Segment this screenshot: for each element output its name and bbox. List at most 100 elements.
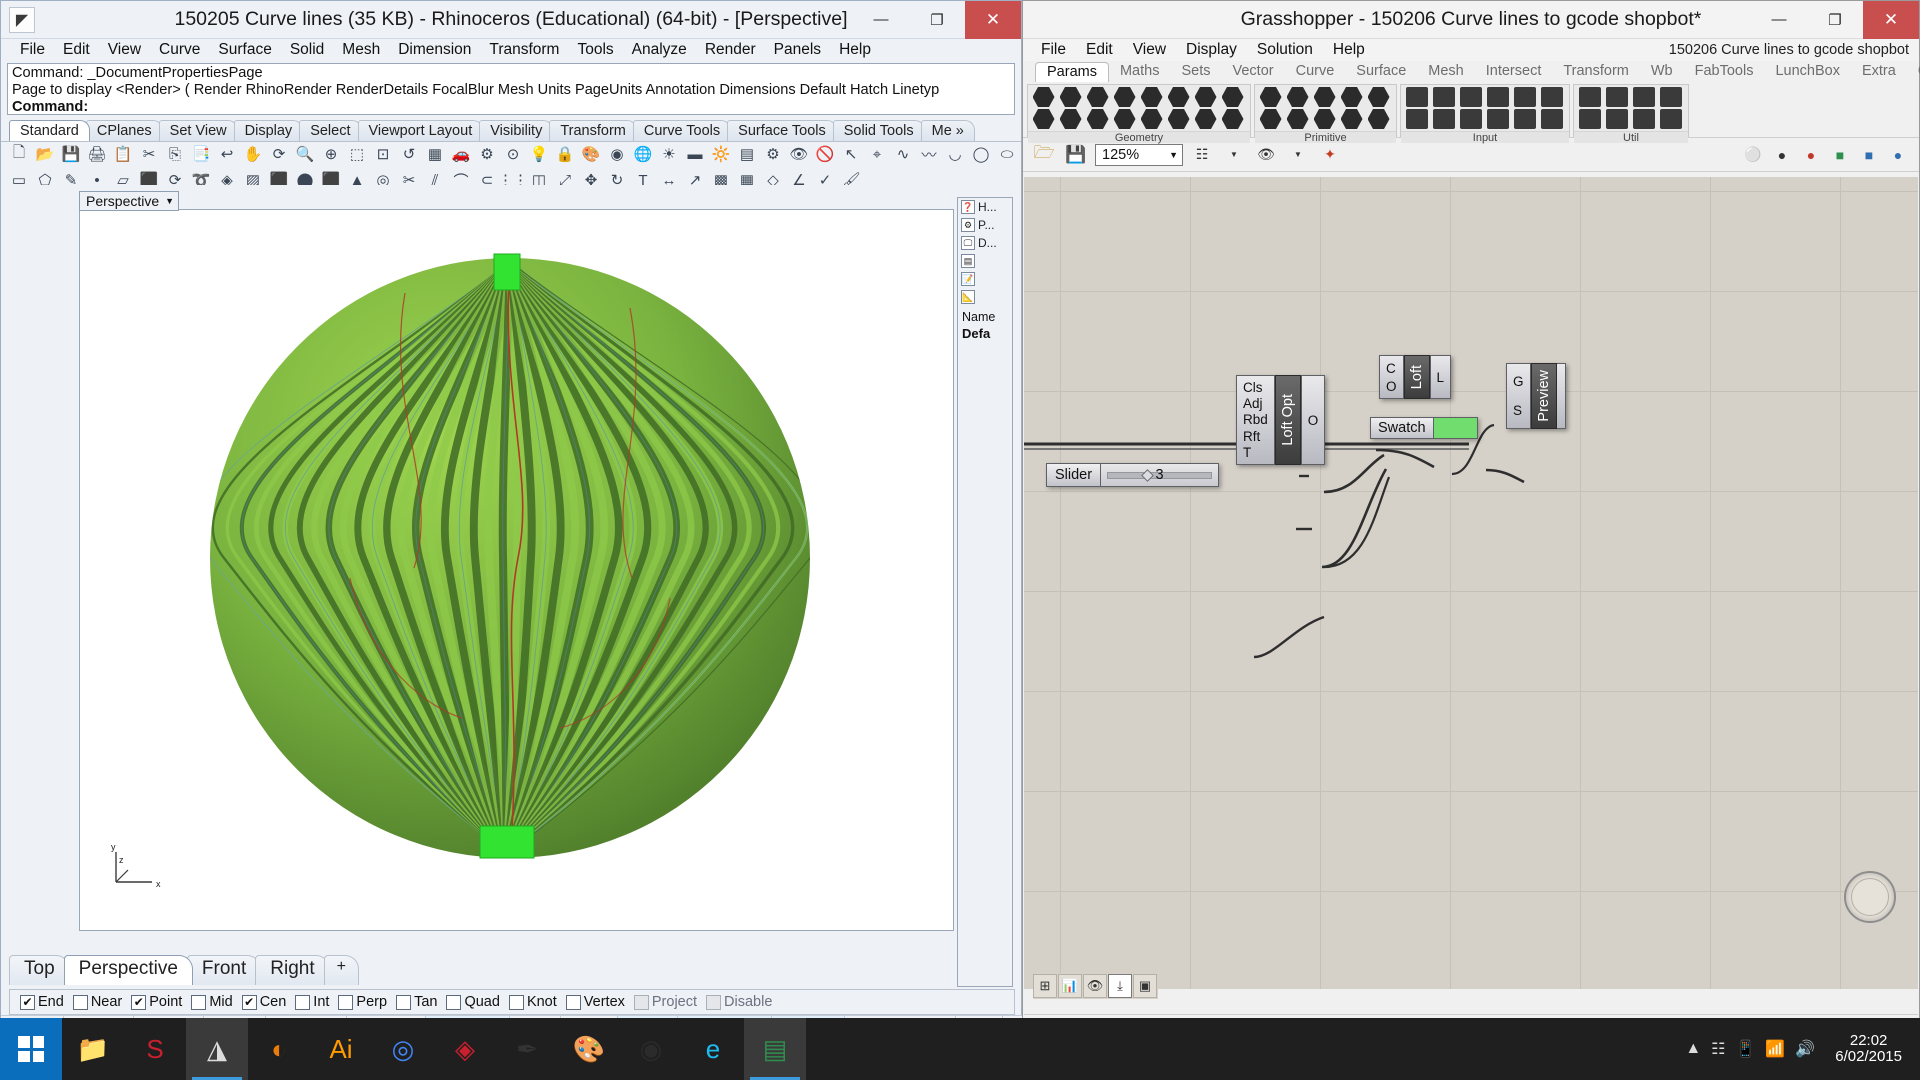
- material-icon[interactable]: 🎨: [579, 142, 603, 166]
- gh-ribbon-tab-intersect[interactable]: Intersect: [1475, 62, 1553, 82]
- text-icon[interactable]: T: [631, 168, 655, 186]
- gh-ribbon-tab-fabtools[interactable]: FabTools: [1684, 62, 1765, 82]
- rhino-tab-viewport-layout[interactable]: Viewport Layout: [357, 120, 484, 141]
- zoom-extents-icon[interactable]: ⊞: [1033, 974, 1057, 998]
- chevron-down-icon[interactable]: ▼: [1221, 143, 1247, 167]
- rhino-menu-mesh[interactable]: Mesh: [333, 39, 389, 61]
- osnap-tan[interactable]: Tan: [396, 994, 437, 1010]
- rhino-tab-standard[interactable]: Standard: [9, 120, 90, 141]
- osnap-checkbox[interactable]: [446, 994, 462, 1010]
- array-icon[interactable]: ⋮⋮: [498, 168, 528, 185]
- gh-menu-display[interactable]: Display: [1176, 39, 1247, 61]
- gh-component-preview[interactable]: G S Preview: [1506, 363, 1566, 429]
- eye-icon[interactable]: 👁: [1253, 143, 1279, 167]
- field-param-icon[interactable]: [1138, 108, 1165, 130]
- osnap-int[interactable]: Int: [295, 994, 329, 1010]
- circle-icon[interactable]: ◯: [969, 142, 993, 166]
- plane-param-icon[interactable]: [1084, 108, 1111, 130]
- fillet-icon[interactable]: ⌒: [449, 168, 473, 186]
- viewport-tab-top[interactable]: Top: [9, 955, 70, 985]
- open-folder-icon[interactable]: 📂: [33, 142, 57, 166]
- viewport-label[interactable]: Perspective ▼: [79, 191, 180, 211]
- toggle-icon[interactable]: [1457, 86, 1484, 108]
- osnap-checkbox[interactable]: [338, 994, 354, 1010]
- profiler-icon[interactable]: 📊: [1058, 974, 1082, 998]
- osnap-checkbox[interactable]: [295, 994, 311, 1010]
- render-props-icon[interactable]: ⊙: [501, 142, 525, 166]
- loft-body[interactable]: Loft: [1403, 355, 1430, 399]
- analyze-icon[interactable]: ∠: [787, 168, 811, 185]
- canvas-widget-icon[interactable]: ▣: [1133, 974, 1157, 998]
- osnap-quad[interactable]: Quad: [446, 994, 500, 1010]
- gh-component-loft[interactable]: C O Loft L: [1379, 355, 1452, 399]
- arc-param-icon[interactable]: [1057, 108, 1084, 130]
- sketch-icon[interactable]: ☷: [1189, 143, 1215, 167]
- rhino-menu-analyze[interactable]: Analyze: [623, 39, 696, 61]
- mesh-icon[interactable]: ▦: [735, 168, 759, 185]
- integer-param-icon[interactable]: [1284, 86, 1311, 108]
- gh-menu-file[interactable]: File: [1031, 39, 1076, 61]
- taskbar-rhinoceros[interactable]: ◮: [186, 1018, 248, 1080]
- taskbar-adobe-illustrator[interactable]: Ai: [310, 1018, 372, 1080]
- gh-ribbon-tab-lunchbox[interactable]: LunchBox: [1764, 62, 1851, 82]
- rhino-tab-me-[interactable]: Me »: [920, 120, 975, 141]
- port-l[interactable]: L: [1437, 370, 1445, 385]
- osnap-vertex[interactable]: Vertex: [565, 994, 625, 1010]
- box-icon[interactable]: ⬛: [267, 168, 291, 185]
- rhino-tab-transform[interactable]: Transform: [549, 120, 637, 141]
- copy-icon[interactable]: ⎘: [163, 142, 187, 166]
- copy-to-clipboard-icon[interactable]: 📋: [111, 142, 135, 166]
- cluster-icon[interactable]: [1576, 86, 1603, 108]
- curve-icon[interactable]: 〰: [917, 142, 941, 166]
- draw-fancy-wires-icon[interactable]: ■: [1856, 143, 1882, 167]
- widget-menu-icon[interactable]: ●: [1885, 143, 1911, 167]
- button-icon[interactable]: [1430, 86, 1457, 108]
- swatch-color[interactable]: [1433, 417, 1478, 439]
- mirror-icon[interactable]: ◫: [527, 168, 551, 185]
- osnap-checkbox[interactable]: ✔: [131, 994, 147, 1010]
- rhino-close-button[interactable]: ✕: [965, 0, 1021, 39]
- control-knob-icon[interactable]: [1511, 108, 1538, 130]
- value-list-icon[interactable]: [1538, 86, 1565, 108]
- osnap-project[interactable]: Project: [633, 994, 697, 1010]
- panel-icon[interactable]: [1484, 86, 1511, 108]
- rhino-menu-render[interactable]: Render: [696, 39, 765, 61]
- data-recorder-icon[interactable]: [1603, 86, 1630, 108]
- point-light-icon[interactable]: 💡: [527, 142, 551, 166]
- gh-menu-view[interactable]: View: [1123, 39, 1176, 61]
- rhino-tab-visibility[interactable]: Visibility: [479, 120, 554, 141]
- rhino-tab-cplanes[interactable]: CPlanes: [85, 120, 163, 141]
- taskbar-blender[interactable]: ◐: [248, 1018, 310, 1080]
- transform-param-icon[interactable]: [1219, 108, 1246, 130]
- rhino-menu-edit[interactable]: Edit: [54, 39, 99, 61]
- osnap-checkbox[interactable]: ✔: [20, 994, 35, 1010]
- preview-meshed-icon[interactable]: ●: [1798, 143, 1824, 167]
- taskbar-clock[interactable]: 22:02 6/02/2015: [1825, 1033, 1912, 1065]
- osnap-cen[interactable]: ✔ Cen: [241, 994, 286, 1010]
- matrix-param-icon[interactable]: [1338, 108, 1365, 130]
- abc-group-icon[interactable]: [1192, 86, 1219, 108]
- zoom-extents-icon[interactable]: ⬚: [345, 142, 369, 166]
- osnap-checkbox[interactable]: [706, 994, 722, 1010]
- panel-default-layer[interactable]: Defa: [958, 324, 1012, 343]
- properties-icon[interactable]: ⚙: [761, 142, 785, 166]
- print-icon[interactable]: 🖨: [85, 142, 109, 166]
- chevron-down-icon[interactable]: ▼: [1285, 143, 1311, 167]
- group-icon[interactable]: [1630, 86, 1657, 108]
- guid-param-icon[interactable]: [1192, 108, 1219, 130]
- split-icon[interactable]: ⫽: [423, 168, 447, 186]
- render-preview-icon[interactable]: ⚙: [475, 142, 499, 166]
- ground-plane-icon[interactable]: ▬: [683, 142, 707, 166]
- point-icon[interactable]: •: [85, 168, 109, 186]
- gh-ribbon-tab-extra[interactable]: Extra: [1851, 62, 1907, 82]
- gradient-icon[interactable]: [1430, 108, 1457, 130]
- rhino-menu-solid[interactable]: Solid: [281, 39, 333, 61]
- dimension-icon[interactable]: ↔: [657, 168, 681, 186]
- paste-icon[interactable]: 📑: [189, 142, 213, 166]
- signal-icon[interactable]: 📶: [1765, 1039, 1785, 1059]
- gh-ribbon-tab-maths[interactable]: Maths: [1109, 62, 1171, 82]
- show-icon[interactable]: 🚫: [813, 142, 837, 166]
- image-sampler-icon[interactable]: [1484, 108, 1511, 130]
- scribble-icon[interactable]: [1603, 108, 1630, 130]
- skylight-icon[interactable]: ☀: [657, 142, 681, 166]
